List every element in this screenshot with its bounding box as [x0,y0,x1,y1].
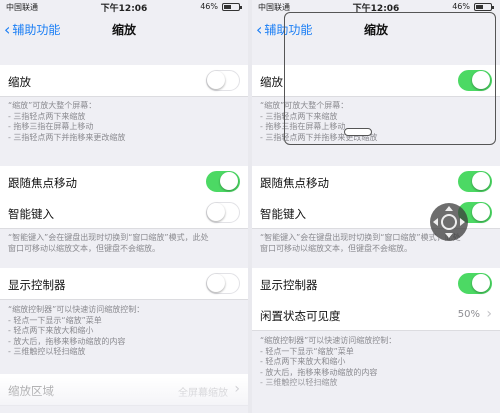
zoom-region-value: 全屏幕缩放 [178,388,228,399]
zoom-region-cell[interactable]: 缩放区域 全屏幕缩放 › [0,374,248,406]
desc-line: “缩放控制器”可以快速访问缩放控制： [260,336,397,345]
desc-line: - 轻点两下来放大和缩小 [8,326,94,335]
controller-description: “缩放控制器”可以快速访问缩放控制： - 轻点一下显示“缩放”菜单 - 轻点两下… [260,336,492,389]
toggle-knob [472,172,490,190]
desc-line: - 三维触控以轻扫缩放 [8,347,86,356]
idle-visibility-label: 闲置状态可见度 [260,309,341,323]
zoom-window-frame [284,12,496,145]
toggle-knob [220,172,238,190]
toggle-knob [472,203,490,221]
zoom-description: “缩放”可放大整个屏幕： - 三指轻点两下来缩放 - 拖移三指在屏幕上移动 - … [8,101,240,143]
arrow-left-icon [433,218,438,226]
battery-percent: 46% [200,2,218,11]
desc-line: - 拖移三指在屏幕上移动 [8,122,94,131]
show-controller-cell: 显示控制器 [0,268,248,300]
page-title: 缩放 [111,23,136,37]
smart-typing-label: 智能键入 [260,207,306,221]
zoom-region-label: 缩放区域 [8,384,54,398]
desc-line: - 三指轻点两下来缩放 [8,111,86,121]
idle-visibility-cell[interactable]: 闲置状态可见度 50% › [252,299,500,331]
show-controller-label: 显示控制器 [8,278,66,292]
follow-focus-label: 跟随焦点移动 [8,176,77,190]
battery-icon [222,3,242,11]
follow-focus-cell: 跟随焦点移动 [252,166,500,198]
smart-typing-cell: 智能键入 [0,197,248,229]
desc-line: 窗口可移动以缩放文本，但键盘不会缩放。 [8,243,160,253]
desc-line: - 放大后，拖移来移动缩放的内容 [260,367,378,377]
chevron-right-icon: › [234,381,240,397]
battery-icon [474,3,494,11]
chevron-right-icon: › [486,306,492,322]
desc-line: “缩放”可放大整个屏幕： [8,101,97,110]
zoom-controller[interactable] [430,203,468,241]
show-controller-toggle[interactable] [206,273,240,294]
zoom-cell: 缩放 [0,65,248,97]
zoom-toggle[interactable] [206,70,240,91]
zoom-label: 缩放 [260,75,283,89]
desc-line: “智能键入”会在键盘出现时切换到“窗口缩放”模式，此处 [8,233,209,242]
toggle-knob [207,71,225,89]
desc-line: 窗口可移动以缩放文本，但键盘不会缩放。 [260,243,412,253]
smart-typing-description: “智能键入”会在键盘出现时切换到“窗口缩放”模式，此处 窗口可移动以缩放文本，但… [8,233,240,254]
right-screen: 中国联通 下午12:06 46% ‹ 辅助功能 缩放 缩放 “缩放”可放大整个屏… [252,0,500,413]
desc-line: - 放大后，拖移来移动缩放的内容 [8,336,126,346]
smart-typing-toggle[interactable] [206,202,240,223]
show-controller-label: 显示控制器 [260,278,318,292]
battery-percent: 46% [452,2,470,11]
follow-focus-cell: 跟随焦点移动 [0,166,248,198]
desc-line: - 三维触控以轻扫缩放 [260,378,338,387]
toggle-knob [207,203,225,221]
toggle-knob [207,274,225,292]
arrow-up-icon [445,206,453,211]
zoom-label: 缩放 [8,75,31,89]
desc-line: - 轻点一下显示“缩放”菜单 [8,315,102,325]
idle-visibility-value: 50% [457,309,480,320]
controller-description: “缩放控制器”可以快速访问缩放控制： - 轻点一下显示“缩放”菜单 - 轻点两下… [8,305,240,358]
show-controller-cell: 显示控制器 [252,268,500,300]
desc-line: - 三指轻点两下并拖移来更改缩放 [8,132,126,142]
left-screen: 中国联通 下午12:06 46% ‹ 辅助功能 缩放 缩放 “缩放”可放大整个屏… [0,0,248,413]
desc-line: - 轻点两下来放大和缩小 [260,357,346,366]
navigation-bar: ‹ 辅助功能 缩放 [0,14,248,44]
follow-focus-toggle[interactable] [458,171,492,192]
toggle-knob [472,274,490,292]
show-controller-toggle[interactable] [458,273,492,294]
follow-focus-label: 跟随焦点移动 [260,176,329,190]
follow-focus-toggle[interactable] [206,171,240,192]
zoom-window-handle[interactable] [344,128,372,136]
desc-line: - 轻点一下显示“缩放”菜单 [260,346,354,356]
smart-typing-label: 智能键入 [8,207,54,221]
desc-line: “缩放控制器”可以快速访问缩放控制： [8,305,145,314]
arrow-right-icon [460,218,465,226]
arrow-down-icon [445,233,453,238]
controller-center-icon [441,214,457,230]
status-bar: 中国联通 下午12:06 46% [0,0,248,14]
